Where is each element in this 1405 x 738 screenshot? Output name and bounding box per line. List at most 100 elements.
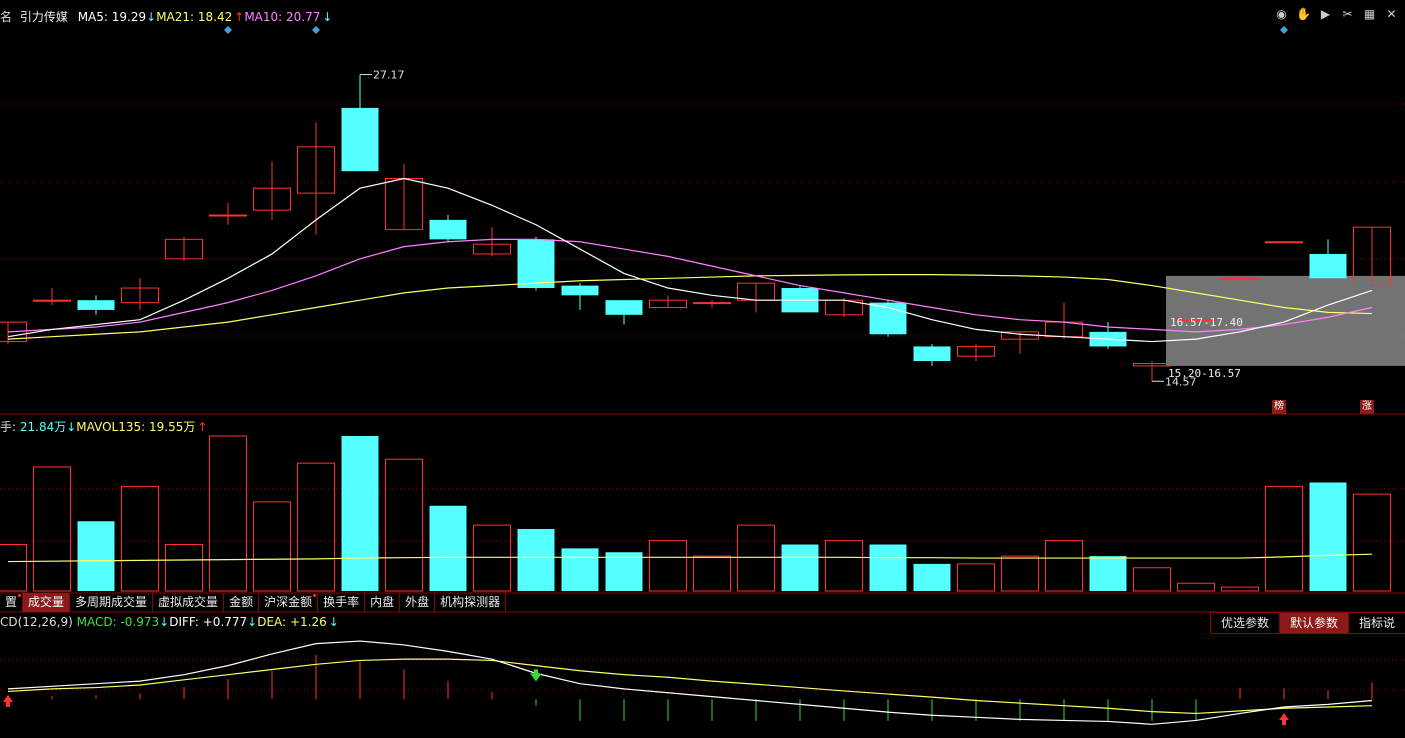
mavol-line	[7, 553, 1373, 563]
price-header: 名 引力传媒 MA5: 19.29↓MA21: 18.42 ↑MA10: 20.7…	[0, 8, 332, 25]
diff-value: +0.777	[202, 615, 248, 629]
vol-prefix: 手:	[0, 420, 17, 434]
indicator-tabs: 置成交量 多周期成交量 虚拟成交量 金额 沪深金额 换手率 内盘 外盘 机构探测器	[0, 593, 507, 612]
tab-label: 换手率	[323, 595, 360, 609]
tab-label: 机构探测器	[440, 595, 501, 609]
volume-bar	[341, 436, 379, 591]
tab-label: 内盘	[370, 595, 395, 609]
volume-bar	[1001, 555, 1039, 592]
volume-bar	[957, 563, 995, 592]
dea-label: DEA:	[257, 615, 287, 629]
stock-name[interactable]: 引力传媒	[20, 10, 68, 24]
macd-arrow: ↓	[159, 615, 170, 629]
volume-bar	[473, 524, 511, 592]
ma5-arrow: ↓	[146, 10, 157, 24]
candle-body	[1309, 253, 1347, 279]
close-icon[interactable]: ✕	[1384, 7, 1399, 22]
vol-arrow: ↓	[66, 420, 77, 434]
macd-name: MACD:	[76, 615, 117, 629]
volume-bar	[605, 552, 643, 591]
death-cross-arrow	[530, 669, 542, 682]
ma5-label: MA5:	[77, 10, 108, 24]
tab-label: 虚拟成交量	[158, 595, 219, 609]
volume-bar	[517, 529, 555, 591]
volume-bar	[1353, 493, 1391, 592]
macd-label[interactable]: CD(12,26,9)	[0, 615, 73, 629]
volume-bar	[385, 458, 423, 592]
volume-bar	[1221, 586, 1259, 592]
tab-dot	[18, 594, 22, 597]
grid-icon[interactable]: ▦	[1362, 7, 1377, 22]
range-label-upper: 16.57-17.40	[1170, 316, 1243, 329]
mavol-value: 19.55万	[149, 420, 196, 434]
candle-body	[561, 285, 599, 296]
tab-6[interactable]: 换手率	[318, 593, 366, 612]
tab-5[interactable]: 沪深金额	[259, 593, 319, 612]
rank-badge[interactable]: 榜	[1272, 400, 1286, 414]
param-button-2[interactable]: 指标说	[1347, 612, 1405, 634]
ma10-value: 20.77	[286, 10, 321, 24]
volume-bar	[297, 462, 335, 592]
candle-body	[913, 346, 951, 362]
eye-icon[interactable]: ◉	[1274, 7, 1289, 22]
diff-arrow: ↓	[247, 615, 258, 629]
tab-dot	[313, 594, 317, 597]
diamond-marker	[312, 26, 320, 34]
vol-value: 21.84万	[19, 420, 67, 434]
volume-bar	[869, 544, 907, 591]
dea-line	[7, 658, 1373, 715]
volume-bar	[1177, 582, 1215, 592]
tab-label: 多周期成交量	[75, 595, 148, 609]
diff-label: DIFF:	[169, 615, 199, 629]
volume-bar	[165, 544, 203, 592]
tab-label: 外盘	[405, 595, 430, 609]
high-label: 27.17	[373, 69, 405, 82]
tab-label: 成交量	[28, 595, 65, 609]
tab-2[interactable]: 多周期成交量	[70, 593, 154, 612]
diamond-marker	[224, 26, 232, 34]
volume-bar	[209, 435, 247, 592]
ma10-arrow: ↓	[322, 10, 333, 24]
tab-label: 沪深金额	[264, 595, 313, 609]
candle-body	[693, 302, 731, 305]
param-button-0[interactable]: 优选参数	[1209, 612, 1279, 634]
hand-icon[interactable]: ✋	[1296, 7, 1311, 22]
candle-body	[1221, 277, 1259, 280]
tab-label: 金额	[229, 595, 254, 609]
volume-bar	[1089, 556, 1127, 591]
tab-1[interactable]: 成交量	[23, 593, 71, 612]
dea-value: +1.26	[289, 615, 327, 629]
volume-bar	[77, 521, 115, 591]
candle-body	[517, 239, 555, 289]
volume-bar	[1133, 567, 1171, 592]
tab-0[interactable]: 置	[0, 593, 24, 612]
volume-bar	[781, 544, 819, 591]
param-button-1[interactable]: 默认参数	[1278, 612, 1348, 634]
macd-value: -0.973	[120, 615, 160, 629]
tab-8[interactable]: 外盘	[400, 593, 436, 612]
tab-9[interactable]: 机构探测器	[435, 593, 507, 612]
candle-body	[605, 300, 643, 315]
play-icon[interactable]: ▶	[1318, 7, 1333, 22]
candle-body	[341, 107, 379, 172]
tab-4[interactable]: 金额	[224, 593, 260, 612]
candle-body	[1265, 241, 1303, 244]
candle-body	[209, 214, 247, 217]
scissors-icon[interactable]: ✂	[1340, 7, 1355, 22]
diamond-marker	[1280, 26, 1288, 34]
volume-bar	[33, 466, 71, 592]
volume-bar	[737, 524, 775, 592]
volume-bar	[429, 505, 467, 591]
golden-cross-arrow	[1279, 712, 1289, 725]
chart-toolbar: ◉ ✋ ▶ ✂ ▦ ✕	[1274, 7, 1399, 22]
tab-3[interactable]: 虚拟成交量	[153, 593, 225, 612]
rise-badge[interactable]: 涨	[1360, 400, 1374, 414]
volume-bar	[649, 540, 687, 592]
volume-bar	[253, 501, 291, 592]
candle-body	[429, 219, 467, 240]
candle-body	[33, 299, 71, 302]
header-prefix: 名	[0, 10, 13, 24]
tab-7[interactable]: 内盘	[365, 593, 401, 612]
ma21-arrow: ↑	[234, 10, 245, 24]
candle-body	[77, 300, 115, 310]
